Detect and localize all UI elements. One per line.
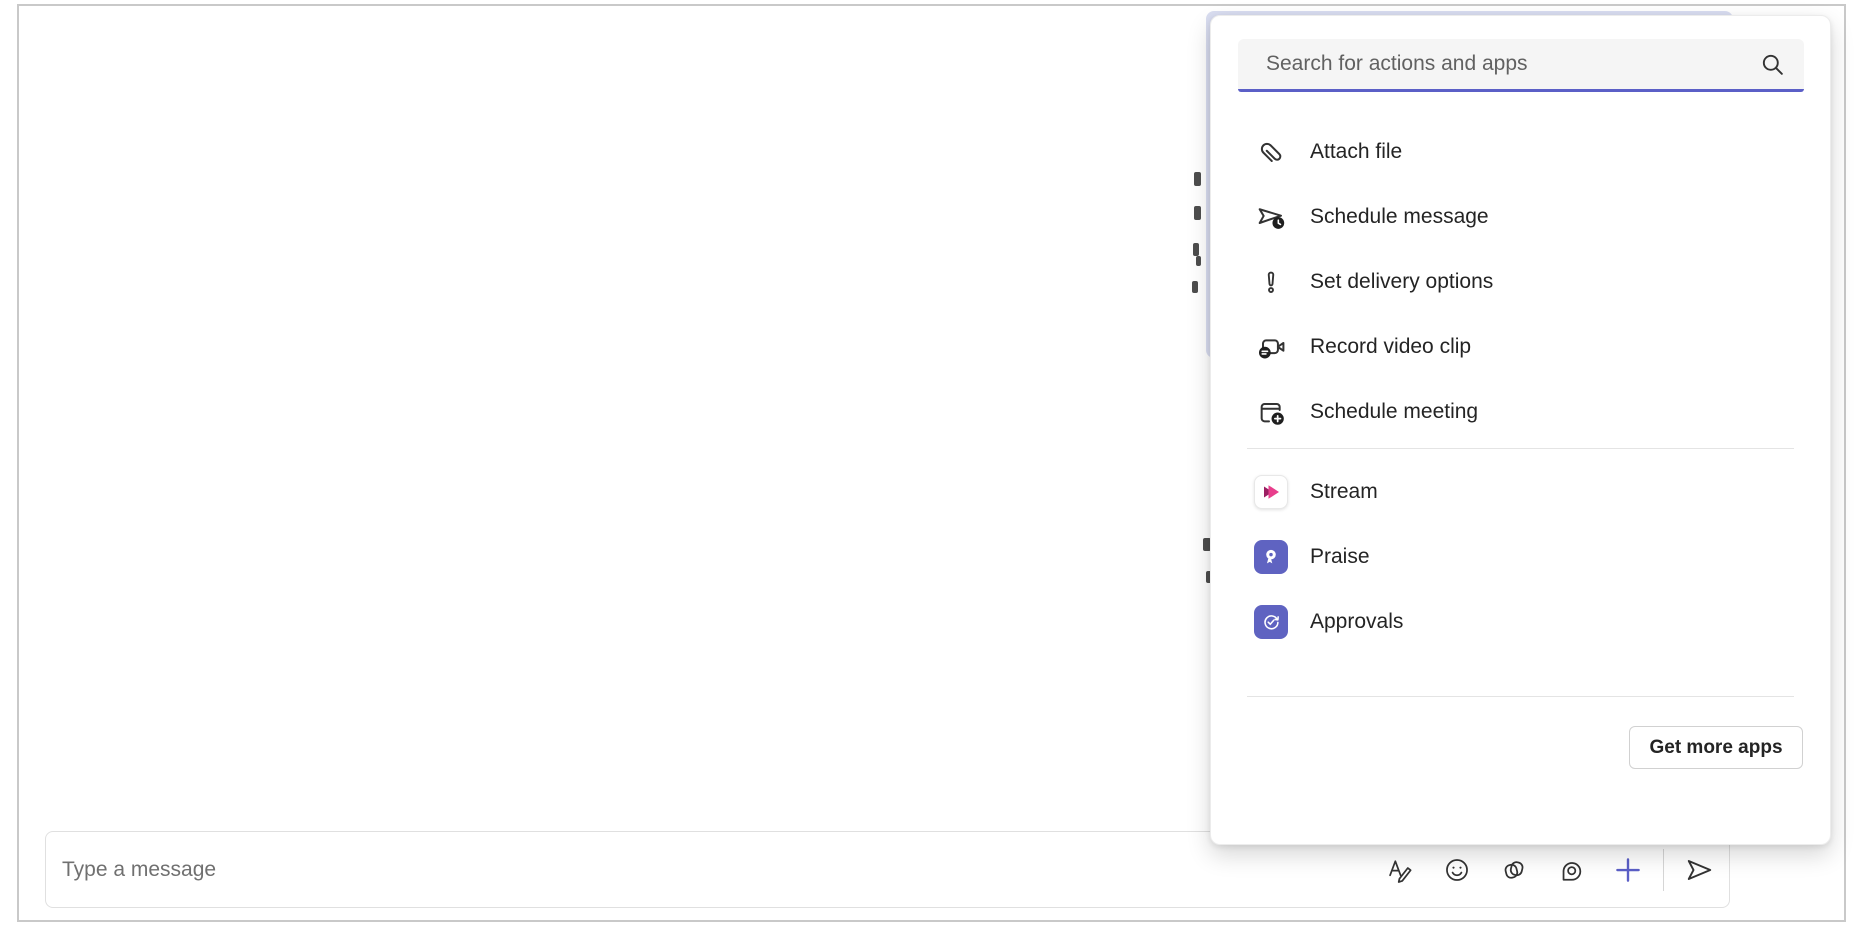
menu-item-attach-file[interactable]: Attach file [1211, 119, 1830, 184]
send-icon [1684, 855, 1714, 885]
menu-item-app-praise[interactable]: Praise [1211, 524, 1830, 589]
add-icon [1613, 855, 1643, 885]
message-input[interactable] [62, 832, 962, 907]
occluded-text-fragment [1196, 256, 1201, 266]
menu-item-schedule-message[interactable]: Schedule message [1211, 184, 1830, 249]
menu-item-record-video-clip[interactable]: Record video clip [1211, 314, 1830, 379]
copilot-icon [1500, 856, 1528, 884]
attach-file-icon [1254, 135, 1288, 169]
menu-item-label: Record video clip [1310, 335, 1471, 359]
emoji-icon [1443, 856, 1471, 884]
menu-item-label: Schedule message [1310, 205, 1489, 229]
teams-chat-window: Attach file Schedule message Set deliver… [0, 0, 1855, 934]
menu-item-schedule-meeting[interactable]: Schedule meeting [1211, 379, 1830, 444]
emoji-button[interactable] [1435, 848, 1479, 892]
occluded-text-fragment [1194, 206, 1201, 220]
toolbar-separator [1663, 849, 1664, 891]
occluded-text-fragment [1192, 281, 1198, 293]
approvals-app-icon [1254, 605, 1288, 639]
stream-app-icon [1254, 475, 1288, 509]
flyout-divider [1247, 448, 1794, 449]
copilot-button[interactable] [1492, 848, 1536, 892]
menu-item-label: Stream [1310, 480, 1378, 504]
menu-item-label: Set delivery options [1310, 270, 1493, 294]
menu-item-label: Attach file [1310, 140, 1402, 164]
record-video-clip-icon [1254, 330, 1288, 364]
menu-item-set-delivery-options[interactable]: Set delivery options [1211, 249, 1830, 314]
loop-icon [1557, 856, 1585, 884]
send-button[interactable] [1677, 848, 1721, 892]
menu-item-label: Schedule meeting [1310, 400, 1478, 424]
actions-and-apps-flyout: Attach file Schedule message Set deliver… [1210, 15, 1831, 845]
format-button[interactable] [1378, 848, 1422, 892]
flyout-divider [1247, 696, 1794, 697]
schedule-message-icon [1254, 200, 1288, 234]
search-input[interactable] [1266, 52, 1759, 76]
search-box [1238, 39, 1804, 92]
add-actions-button[interactable] [1606, 848, 1650, 892]
occluded-text-fragment [1194, 172, 1201, 186]
menu-item-app-approvals[interactable]: Approvals [1211, 589, 1830, 654]
format-icon [1386, 856, 1414, 884]
schedule-meeting-icon [1254, 395, 1288, 429]
praise-app-icon [1254, 540, 1288, 574]
search-icon [1759, 51, 1786, 78]
menu-item-app-stream[interactable]: Stream [1211, 459, 1830, 524]
menu-item-label: Approvals [1310, 610, 1403, 634]
loop-button[interactable] [1549, 848, 1593, 892]
set-delivery-options-icon [1254, 265, 1288, 299]
occluded-text-fragment [1193, 243, 1199, 256]
menu-item-label: Praise [1310, 545, 1370, 569]
get-more-apps-button[interactable]: Get more apps [1629, 726, 1803, 769]
